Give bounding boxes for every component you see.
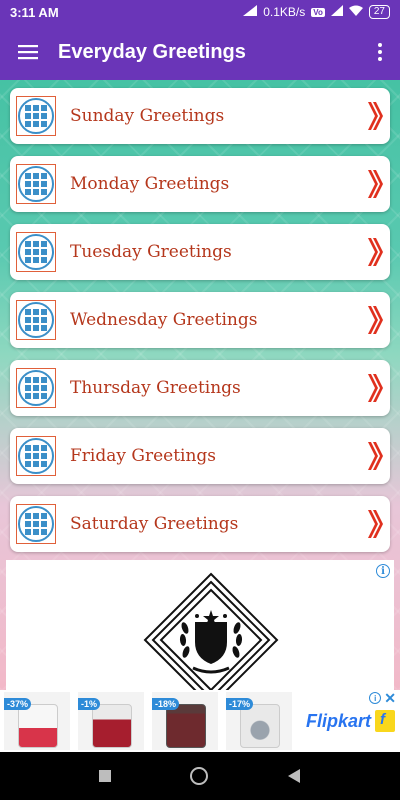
- list-item-label: Friday Greetings: [70, 446, 217, 466]
- list-item-label: Wednesday Greetings: [70, 310, 258, 330]
- discount-badge: -1%: [78, 698, 101, 710]
- grid-icon: [16, 300, 56, 340]
- double-chevron-right-icon: [368, 238, 383, 266]
- greetings-list: Sunday Greetings Monday Greetings Tuesda…: [10, 88, 390, 564]
- double-chevron-right-icon: [368, 306, 383, 334]
- back-icon[interactable]: [287, 768, 301, 784]
- status-bar: 3:11 AM 0.1KB/s Vo 27: [0, 0, 400, 24]
- ad-product-2[interactable]: -1%: [78, 692, 144, 750]
- status-right: 0.1KB/s Vo 27: [243, 5, 390, 19]
- page-title: Everyday Greetings: [58, 40, 246, 63]
- list-item-label: Monday Greetings: [70, 174, 230, 194]
- double-chevron-right-icon: [368, 442, 383, 470]
- ad-product-3[interactable]: -18%: [152, 692, 218, 750]
- list-item-monday[interactable]: Monday Greetings: [10, 156, 390, 212]
- discount-badge: -37%: [4, 698, 32, 710]
- discount-badge: -18%: [152, 698, 180, 710]
- washing-machine-icon: [166, 704, 206, 748]
- volte-badge: Vo: [311, 7, 325, 17]
- brand-name: Flipkart: [306, 710, 372, 731]
- list-item-label: Thursday Greetings: [70, 378, 241, 398]
- status-time: 3:11 AM: [10, 4, 59, 20]
- hamburger-icon[interactable]: [0, 24, 56, 80]
- ad-product-1[interactable]: -37%: [4, 692, 70, 750]
- ad-panel[interactable]: i: [6, 560, 394, 690]
- battery-indicator: 27: [368, 5, 390, 19]
- ad-product-4[interactable]: -17%: [226, 692, 292, 750]
- shopping-bag-icon: [375, 710, 396, 732]
- wifi-icon: [348, 5, 363, 19]
- list-item-label: Saturday Greetings: [70, 514, 239, 534]
- discount-badge: -17%: [226, 698, 254, 710]
- double-chevron-right-icon: [368, 510, 383, 538]
- double-chevron-right-icon: [368, 170, 383, 198]
- grid-icon: [16, 164, 56, 204]
- app-bar: Everyday Greetings: [0, 24, 400, 80]
- grid-icon: [16, 504, 56, 544]
- signal-icon-2: [330, 5, 343, 19]
- more-vert-icon[interactable]: [360, 24, 400, 80]
- banner-ad-controls: i ✕: [369, 691, 396, 705]
- system-nav-bar: [0, 752, 400, 800]
- grid-icon: [16, 232, 56, 272]
- grid-icon: [16, 96, 56, 136]
- list-item-sunday[interactable]: Sunday Greetings: [10, 88, 390, 144]
- ad-info-icon[interactable]: i: [376, 564, 390, 578]
- list-item-friday[interactable]: Friday Greetings: [10, 428, 390, 484]
- signal-icon: [243, 5, 258, 19]
- list-item-tuesday[interactable]: Tuesday Greetings: [10, 224, 390, 280]
- washing-machine-icon: [92, 704, 132, 748]
- grid-icon: [16, 436, 56, 476]
- home-icon[interactable]: [189, 767, 208, 785]
- brand-logo[interactable]: Flipkart: [306, 710, 396, 732]
- grid-icon: [16, 368, 56, 408]
- banner-ad[interactable]: -37% -1% -18% -17% Flipkart i ✕: [0, 690, 400, 752]
- list-item-saturday[interactable]: Saturday Greetings: [10, 496, 390, 552]
- list-item-label: Tuesday Greetings: [70, 242, 232, 262]
- net-speed: 0.1KB/s: [263, 5, 306, 19]
- close-icon[interactable]: ✕: [384, 691, 396, 705]
- ad-info-icon[interactable]: i: [369, 692, 382, 704]
- recents-icon[interactable]: [99, 770, 112, 782]
- list-item-wednesday[interactable]: Wednesday Greetings: [10, 292, 390, 348]
- washing-machine-icon: [240, 704, 280, 748]
- list-item-thursday[interactable]: Thursday Greetings: [10, 360, 390, 416]
- list-item-label: Sunday Greetings: [70, 106, 225, 126]
- washing-machine-icon: [18, 704, 58, 748]
- double-chevron-right-icon: [368, 102, 383, 130]
- shield-logo-icon: [143, 572, 279, 690]
- double-chevron-right-icon: [368, 374, 383, 402]
